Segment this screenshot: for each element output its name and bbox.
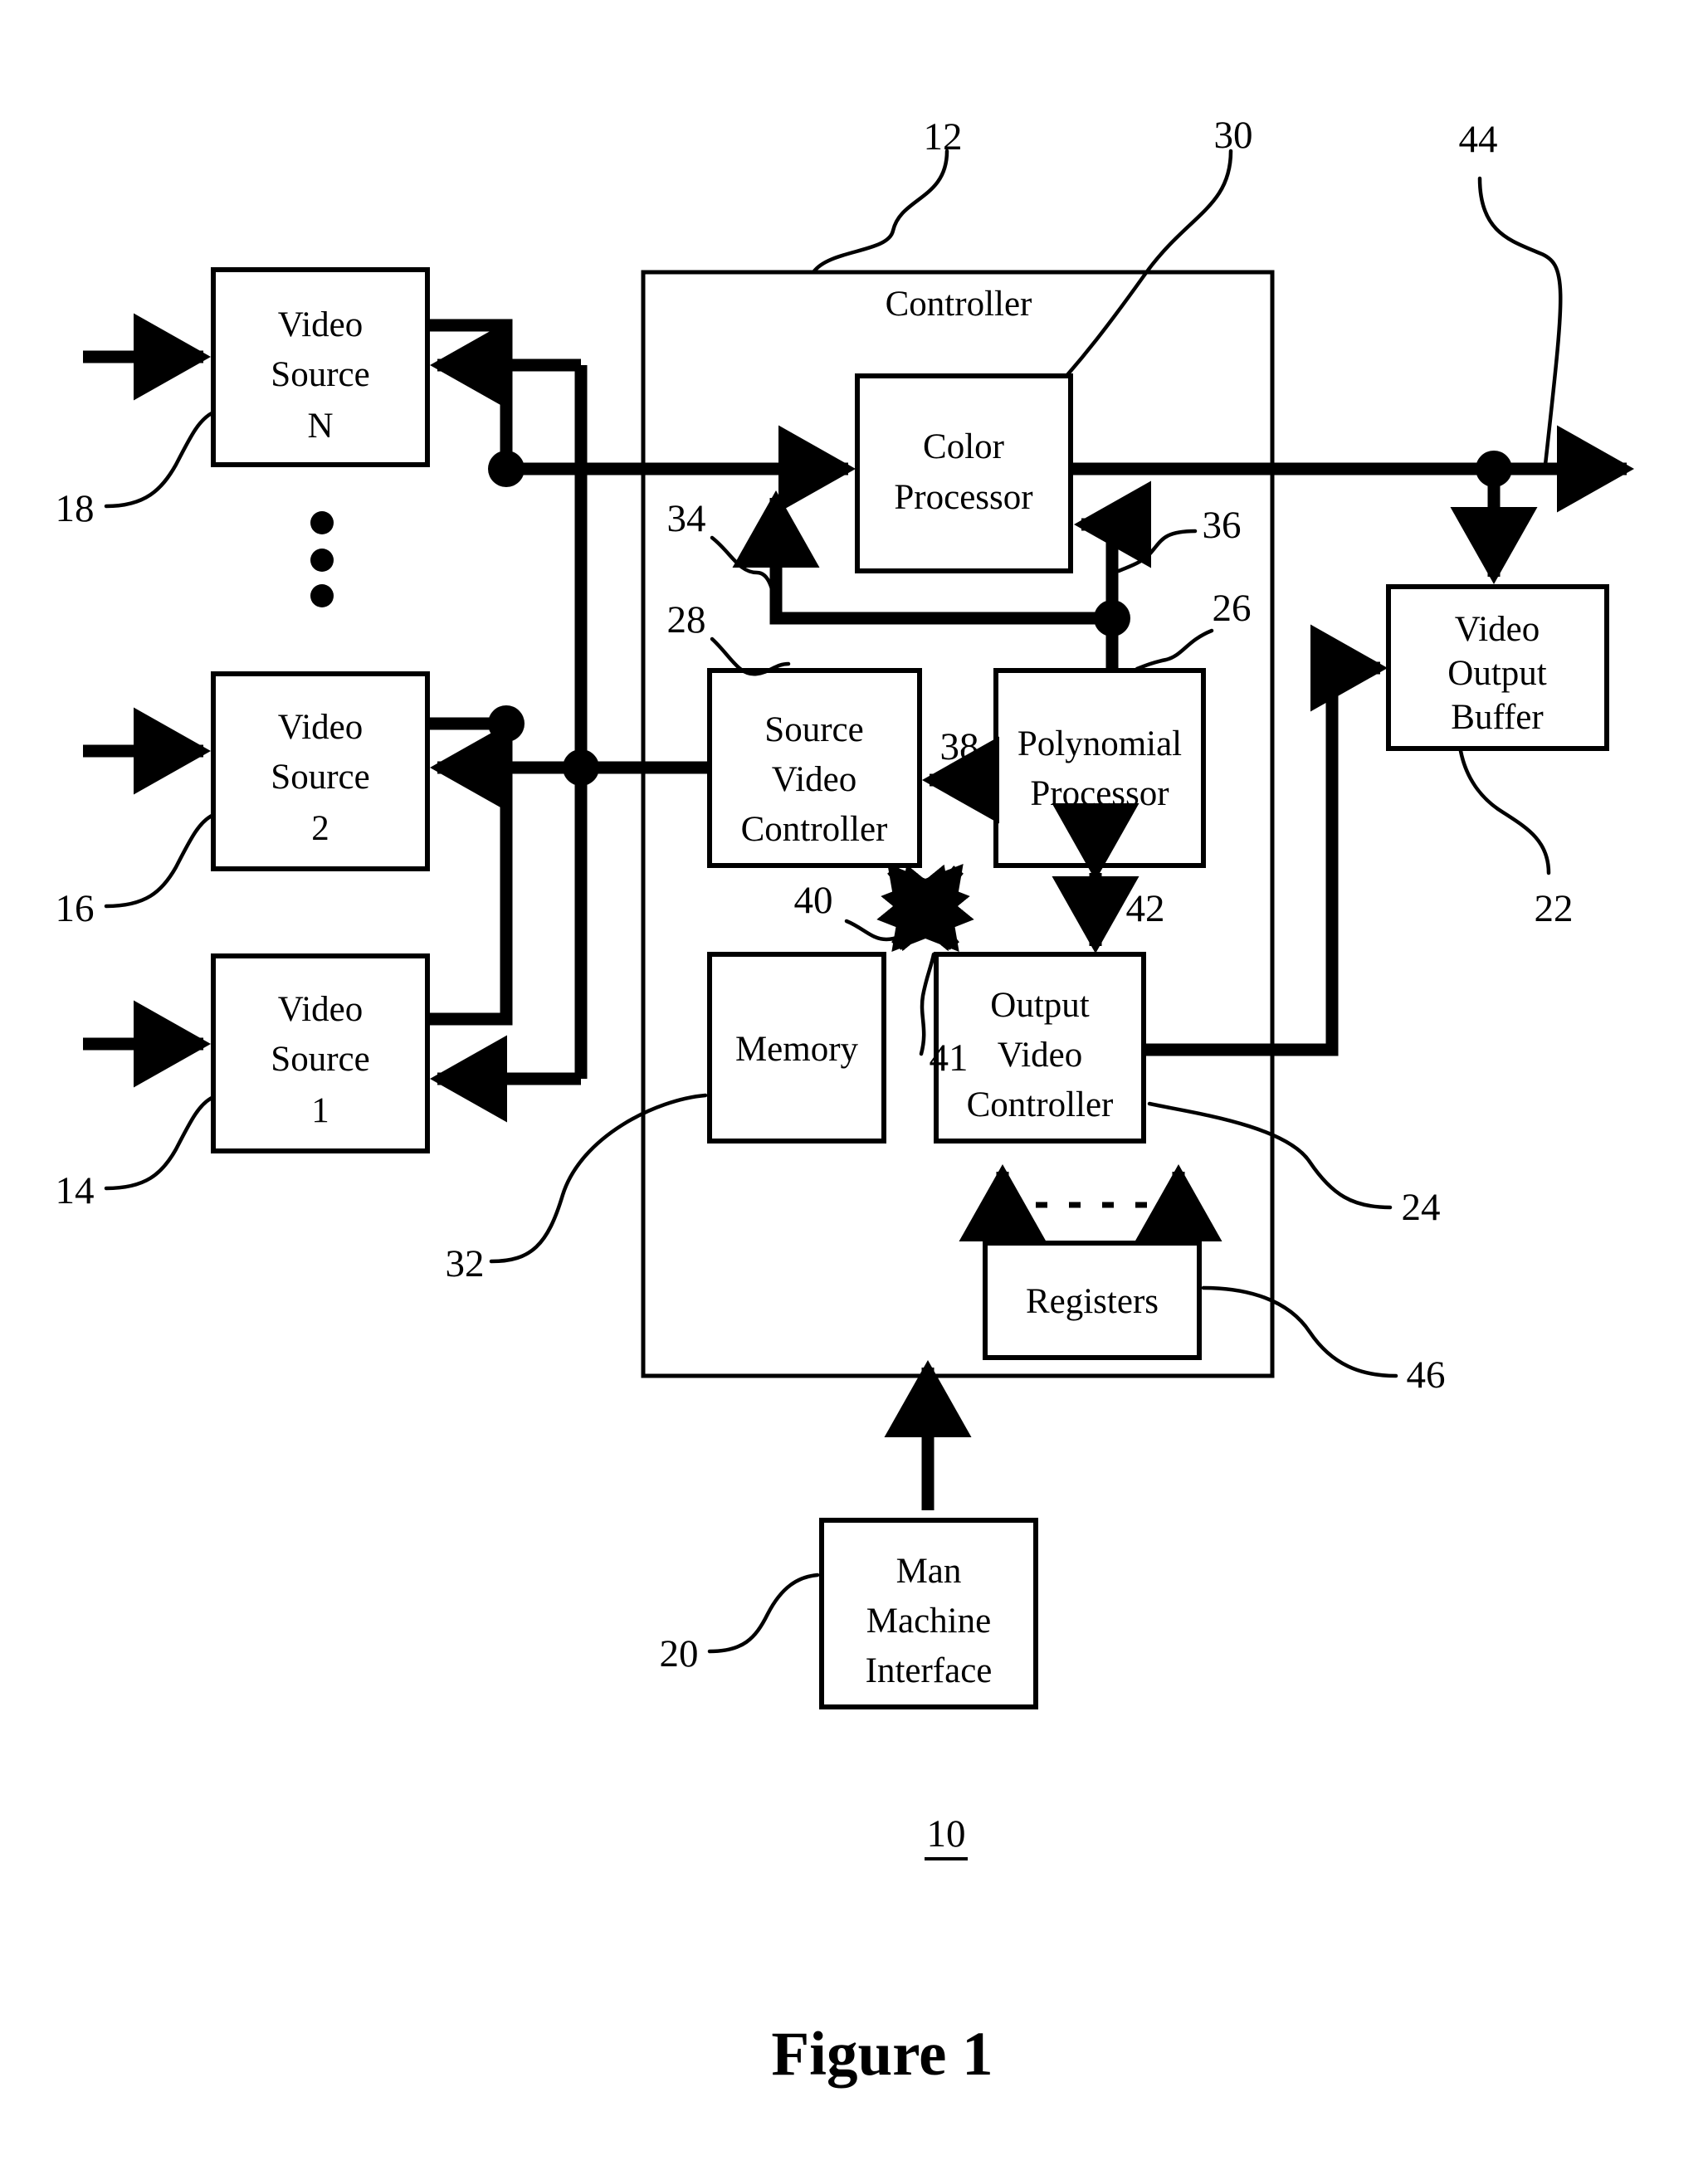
ref-number-41: 41 [930,1036,969,1080]
ellipsis-dot-1 [310,511,334,534]
source-video-controller-label-line1: Source [764,710,863,749]
video-source-n-label-line1: Video [278,305,364,344]
output-video-controller-label-line2: Video [998,1036,1083,1075]
ref-number-38: 38 [940,725,979,768]
ref-number-28: 28 [667,598,706,641]
ref-number-22: 22 [1535,887,1574,930]
ref-number-36: 36 [1203,504,1242,547]
video-source-2-label-line2: Source [271,758,369,797]
registers-label: Registers [1026,1282,1159,1321]
video-source-n-label-line2: Source [271,355,369,394]
ref-number-26: 26 [1213,587,1252,630]
leader-20 [707,1573,820,1654]
patent-figure-page: Video Source N Video Source 2 Video Sour… [0,0,1708,2170]
leader-44 [1477,176,1563,467]
ref-number-14: 14 [56,1169,95,1212]
ref-number-32: 32 [446,1242,485,1285]
ref-number-16: 16 [56,887,95,930]
feedback-bus-junction [563,749,599,786]
polynomial-processor-box[interactable] [993,668,1206,868]
ref-number-24: 24 [1402,1186,1441,1229]
leader-18 [104,410,216,509]
leader-24 [1147,1101,1393,1210]
man-machine-interface-label-line2: Machine [866,1602,991,1641]
memory-label: Memory [735,1030,859,1069]
video-source-2-label-line1: Video [278,708,364,747]
ref-number-46: 46 [1407,1353,1446,1397]
video-source-n-label-line3: N [307,407,333,446]
video-output-buffer-label-line3: Buffer [1451,698,1543,737]
figure-caption: Figure 1 [771,2020,993,2089]
man-machine-interface-label-line1: Man [896,1552,962,1591]
polynomial-processor-label-line1: Polynomial [1017,724,1182,763]
source-n-output-wire [427,319,513,469]
ref-number-34: 34 [667,497,706,540]
leader-36 [1116,529,1198,573]
source-video-controller-label-line2: Video [772,760,857,799]
polynomial-processor-label-line2: Processor [1030,774,1169,813]
color-processor-label-line2: Processor [894,478,1032,517]
signal-34-36-junction [1094,600,1130,636]
controller-title: Controller [886,285,1032,324]
ellipsis-dot-3 [310,584,334,607]
ref-number-44: 44 [1459,118,1498,161]
video-output-buffer-label-line2: Output [1447,654,1547,693]
leader-22 [1458,749,1551,875]
leader-34 [710,535,778,612]
video-source-1-label-line2: Source [271,1040,369,1079]
video-source-1-label-line3: 1 [311,1091,329,1130]
leader-46 [1201,1285,1398,1378]
bus-junction-source-2 [488,705,525,742]
bus-junction-source-n [488,451,525,487]
leader-26 [1135,628,1214,671]
output-video-controller-label-line1: Output [990,986,1090,1025]
video-source-1-label-line1: Video [278,990,364,1029]
output-video-controller-label-line3: Controller [967,1085,1114,1124]
ellipsis-dot-2 [310,549,334,572]
color-processor-label-line1: Color [923,427,1004,466]
video-source-2-label-line3: 2 [311,809,329,848]
ref-number-42: 42 [1126,887,1165,930]
leader-16 [104,812,216,909]
ref-number-30: 30 [1214,114,1253,157]
leader-14 [104,1095,216,1191]
ref-number-40: 40 [794,879,833,922]
ref-number-18: 18 [56,487,95,530]
leader-30 [1064,149,1233,378]
system-number-10: 10 [927,1812,966,1855]
leader-12 [811,149,949,275]
block-diagram: Video Source N Video Source 2 Video Sour… [56,114,1635,2089]
man-machine-interface-label-line3: Interface [866,1651,993,1690]
ref-number-12: 12 [924,115,963,158]
source-video-controller-label-line3: Controller [741,810,888,849]
ref-number-20: 20 [660,1632,699,1675]
color-processor-box[interactable] [855,373,1073,573]
leader-32 [489,1093,708,1264]
video-output-buffer-label-line1: Video [1455,610,1540,649]
